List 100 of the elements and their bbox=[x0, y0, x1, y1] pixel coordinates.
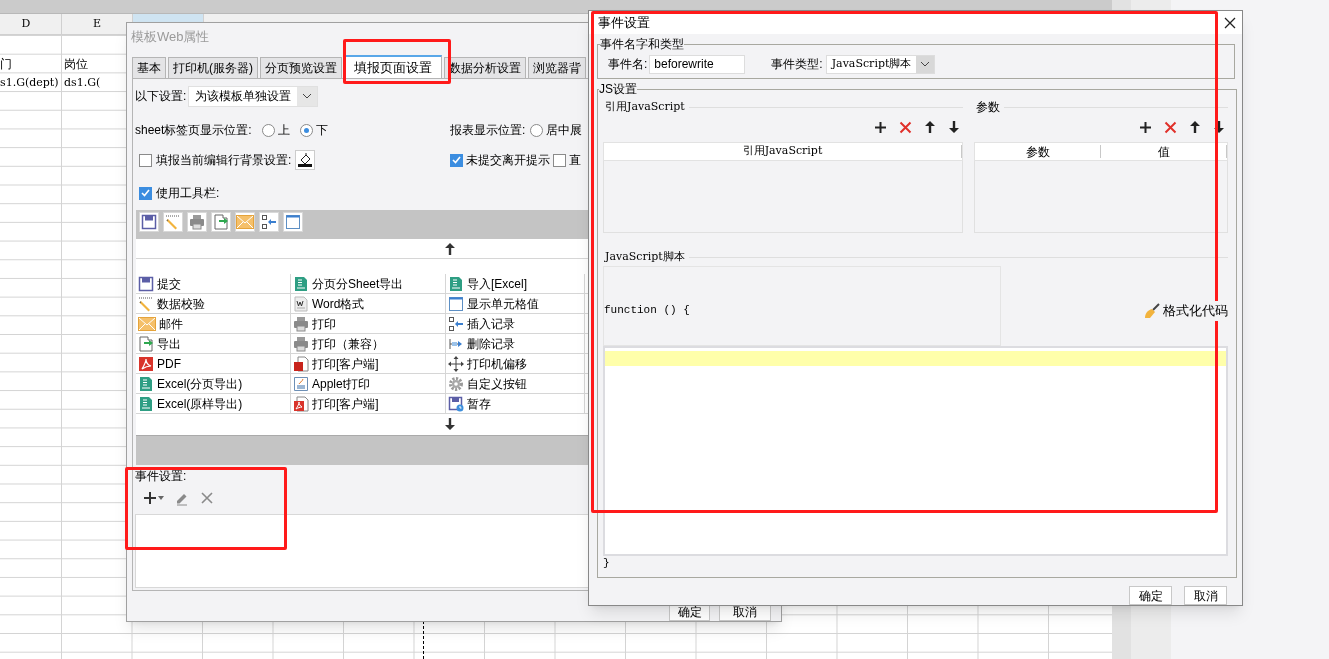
add-button[interactable] bbox=[874, 120, 887, 134]
toolbar-item-option[interactable]: Excel(原样导出) bbox=[136, 394, 291, 413]
add-button[interactable] bbox=[1139, 120, 1152, 134]
radio-button[interactable] bbox=[530, 123, 544, 137]
window-title: 事件设置 bbox=[598, 13, 650, 32]
arrow-up-icon bbox=[444, 241, 456, 256]
envelope-icon bbox=[236, 215, 254, 229]
chevron-down-icon bbox=[302, 93, 313, 99]
toolbar-button[interactable] bbox=[283, 212, 303, 232]
toolbar-item-option[interactable]: PDF bbox=[136, 354, 291, 373]
toolbar-item-option[interactable]: 导入[Excel] bbox=[446, 274, 585, 293]
export-icon bbox=[213, 214, 229, 230]
tab[interactable]: 打印机(服务器) bbox=[168, 57, 258, 78]
move-down-button[interactable] bbox=[948, 120, 960, 134]
delete-icon bbox=[899, 120, 912, 134]
add-button[interactable] bbox=[143, 491, 164, 505]
arrow-down-icon bbox=[444, 417, 456, 431]
arrow-up-icon bbox=[1189, 120, 1201, 134]
ok-button[interactable]: 确定 bbox=[1129, 586, 1172, 605]
toolbar-item-option[interactable]: 分页分Sheet导出 bbox=[291, 274, 446, 293]
delete-icon bbox=[1164, 120, 1177, 134]
toolbar-item-option[interactable]: 插入记录 bbox=[446, 314, 585, 333]
tab[interactable]: 浏览器背 bbox=[528, 57, 586, 78]
paint-bucket-icon bbox=[297, 152, 314, 168]
toolbar-item-option[interactable]: Word格式 bbox=[291, 294, 446, 313]
cancel-button[interactable]: 取消 bbox=[1184, 586, 1227, 605]
plus-icon bbox=[874, 120, 887, 134]
label: 事件设置: bbox=[135, 468, 187, 485]
label: 上 bbox=[277, 122, 290, 139]
window-icon bbox=[285, 214, 301, 230]
caret-icon bbox=[158, 496, 164, 500]
toolbar-item-option[interactable]: 打印（兼容） bbox=[291, 334, 446, 353]
label: 事件类型: bbox=[771, 56, 823, 73]
toolbar-item-option[interactable]: 打印 bbox=[291, 314, 446, 333]
delete-button[interactable] bbox=[1164, 120, 1177, 134]
move-up-button[interactable] bbox=[1189, 120, 1201, 134]
tab[interactable]: 分页预览设置 bbox=[260, 57, 342, 78]
toolbar-button[interactable] bbox=[211, 212, 231, 232]
document-icon bbox=[293, 375, 309, 392]
move-up-button[interactable] bbox=[924, 120, 936, 134]
toolbar-item-option[interactable]: 自定义按钮 bbox=[446, 374, 585, 393]
format-code-button[interactable]: 格式化代码 bbox=[1144, 301, 1228, 321]
pencil-icon bbox=[165, 214, 181, 230]
toolbar-item-option[interactable]: 打印[客户端] bbox=[291, 394, 446, 413]
section-title: 引用JavaScript bbox=[605, 98, 685, 115]
event-type-dropdown[interactable]: JavaScript脚本 bbox=[825, 54, 936, 74]
delete-button[interactable] bbox=[200, 491, 214, 505]
gear-icon bbox=[448, 375, 464, 392]
toolbar-item-option[interactable]: 导出 bbox=[136, 334, 291, 353]
radio-button[interactable] bbox=[299, 123, 313, 137]
checkbox[interactable] bbox=[553, 153, 566, 167]
label: 事件名: bbox=[608, 56, 648, 73]
window-icon bbox=[448, 295, 464, 312]
fill-color-button[interactable] bbox=[295, 150, 316, 170]
toolbar-item-option[interactable]: 提交 bbox=[136, 274, 291, 293]
toolbar-item-option[interactable]: Excel(分页导出) bbox=[136, 374, 291, 393]
spreadsheet-icon bbox=[448, 275, 464, 292]
section-title: JavaScript脚本 bbox=[605, 248, 685, 265]
label: 填报当前编辑行背景设置: bbox=[156, 152, 292, 169]
code-text: } bbox=[603, 555, 610, 571]
move-icon bbox=[448, 355, 464, 372]
column-header[interactable]: D bbox=[0, 14, 62, 34]
toolbar-item-option[interactable]: 显示单元格值 bbox=[446, 294, 585, 313]
plus-icon bbox=[1139, 120, 1152, 134]
toolbar-item-option[interactable]: 暂存 bbox=[446, 394, 585, 413]
column-header[interactable]: 参数 bbox=[975, 145, 1101, 158]
column-header[interactable]: 值 bbox=[1101, 145, 1227, 158]
radio-button[interactable] bbox=[261, 123, 275, 137]
label: 以下设置: bbox=[135, 88, 187, 105]
delete-button[interactable] bbox=[899, 120, 912, 134]
toolbar-button[interactable] bbox=[259, 212, 279, 232]
group-title: JS设置 bbox=[599, 82, 637, 96]
checkbox[interactable] bbox=[139, 153, 152, 167]
arrow-up-icon bbox=[924, 120, 936, 134]
close-icon bbox=[200, 491, 214, 505]
toolbar-button[interactable] bbox=[139, 212, 159, 232]
plus-icon bbox=[143, 491, 157, 505]
label: 居中展 bbox=[546, 122, 583, 139]
event-name-field[interactable]: beforewrite bbox=[649, 54, 746, 74]
label: 下 bbox=[315, 122, 328, 139]
toolbar-button[interactable] bbox=[187, 212, 207, 232]
toolbar-item-option[interactable]: 打印[客户端] bbox=[291, 354, 446, 373]
toolbar-item-option[interactable]: 数据校验 bbox=[136, 294, 291, 313]
arrow-down-icon bbox=[948, 120, 960, 134]
toolbar-item-option[interactable]: 打印机偏移 bbox=[446, 354, 585, 373]
toolbar-item-option[interactable]: Applet打印 bbox=[291, 374, 446, 393]
code-text: function () { bbox=[604, 302, 690, 318]
close-icon bbox=[1224, 16, 1236, 29]
toolbar-item-option[interactable]: 邮件 bbox=[136, 314, 291, 333]
dropdown[interactable]: 为该模板单独设置 bbox=[188, 85, 319, 107]
tab[interactable]: 填报页面设置 bbox=[344, 55, 442, 78]
insert-row-icon bbox=[448, 315, 464, 332]
pdf-document-icon bbox=[293, 395, 309, 412]
checkbox[interactable] bbox=[450, 153, 463, 167]
spreadsheet-icon bbox=[293, 275, 309, 292]
close-button[interactable] bbox=[1224, 16, 1236, 29]
toolbar-item-option[interactable]: 删除记录 bbox=[446, 334, 585, 353]
tab[interactable]: 基本 bbox=[132, 57, 166, 78]
cell-text: s1.G(dept) bbox=[0, 74, 59, 91]
checkbox[interactable] bbox=[139, 186, 152, 200]
